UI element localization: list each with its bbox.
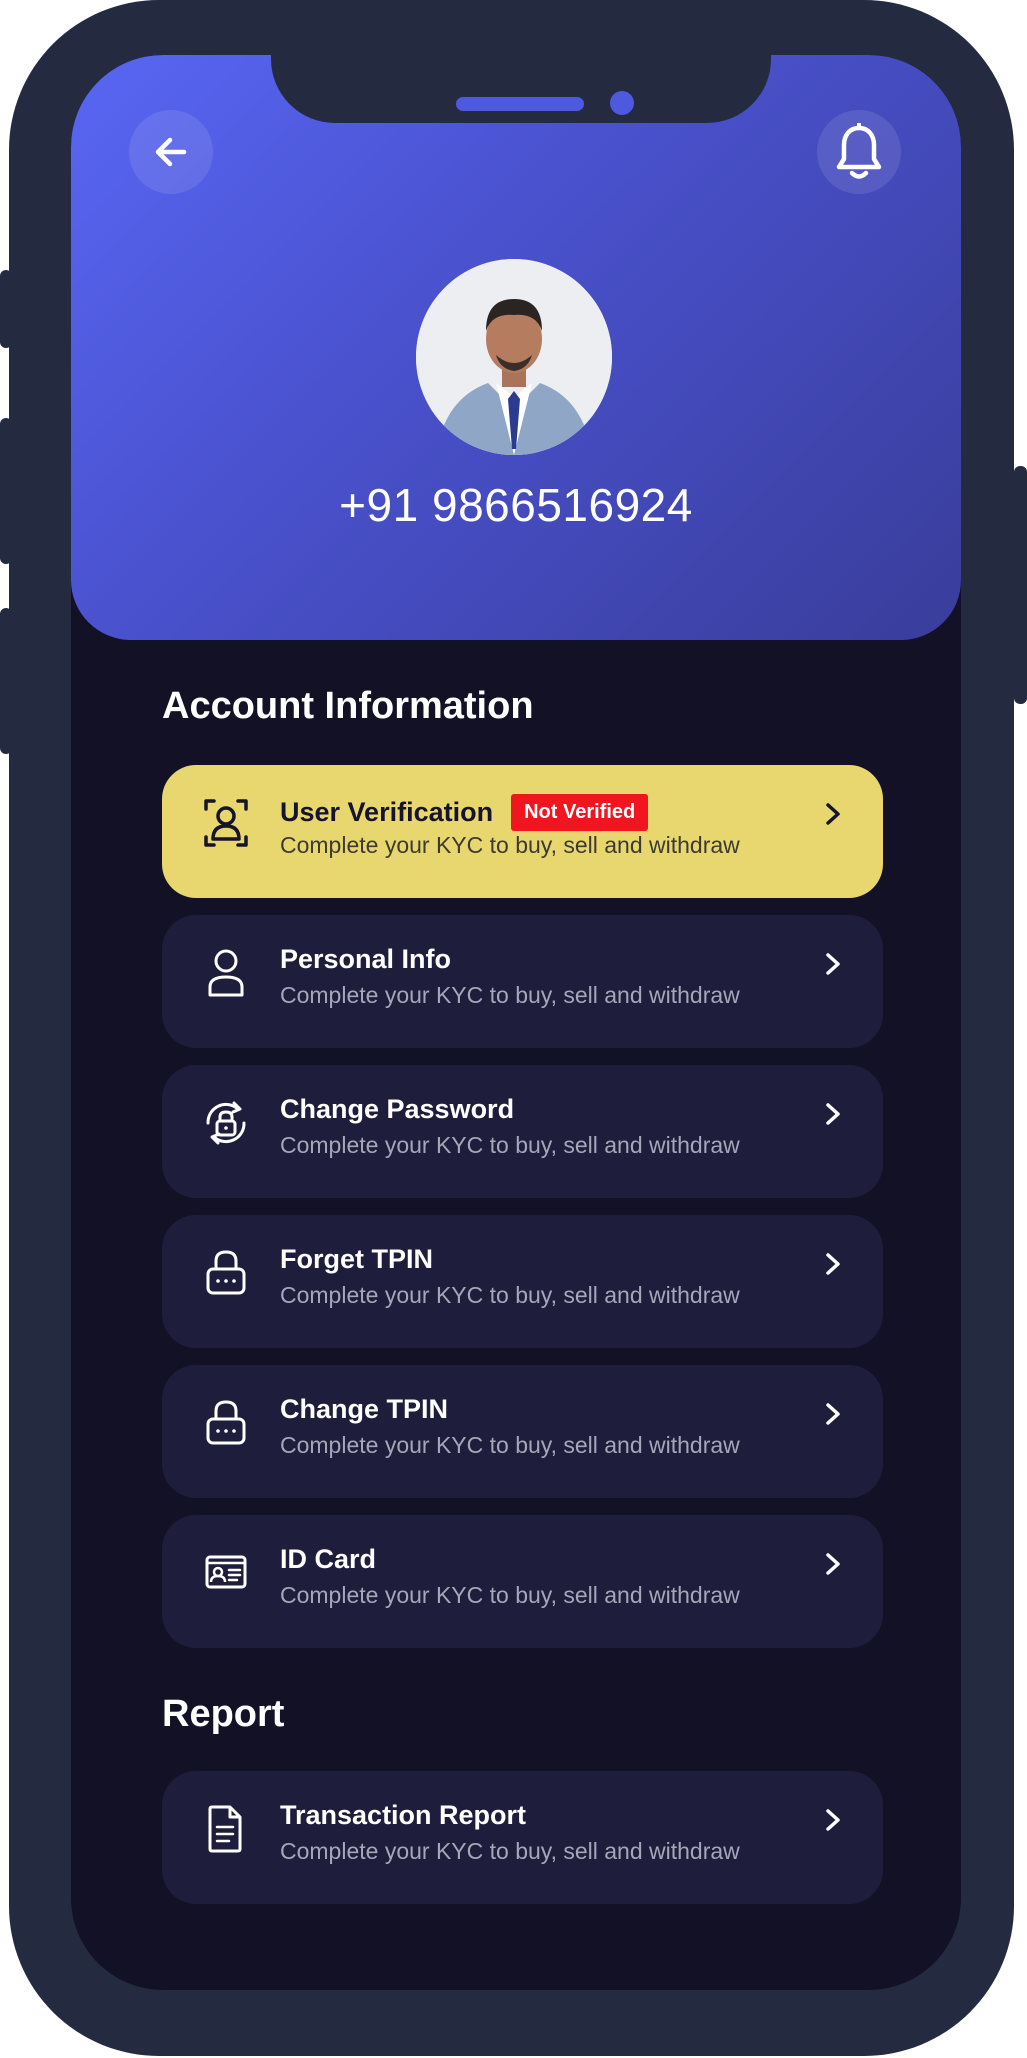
section-title-report: Report bbox=[162, 1693, 285, 1735]
personal-info-card[interactable]: Personal Info Complete your KYC to buy, … bbox=[162, 915, 883, 1048]
card-title-text: User Verification bbox=[280, 797, 494, 827]
speaker bbox=[456, 97, 584, 111]
card-subtitle: Complete your KYC to buy, sell and withd… bbox=[280, 1282, 740, 1308]
document-icon bbox=[208, 1805, 242, 1853]
chevron-right-icon bbox=[826, 1553, 840, 1575]
id-card-card[interactable]: ID Card Complete your KYC to buy, sell a… bbox=[162, 1515, 883, 1648]
chevron-right-icon bbox=[826, 1403, 840, 1425]
lock-refresh-icon bbox=[206, 1101, 246, 1145]
front-camera bbox=[610, 91, 634, 115]
app-screen: +91 9866516924 Account Information User … bbox=[71, 55, 961, 1990]
notification-button[interactable] bbox=[817, 110, 901, 194]
notch bbox=[271, 55, 771, 123]
chevron-right-icon bbox=[826, 1253, 840, 1275]
chevron-right-icon bbox=[826, 803, 840, 825]
chevron-right-icon bbox=[826, 1809, 840, 1831]
card-subtitle: Complete your KYC to buy, sell and withd… bbox=[280, 1432, 740, 1458]
volume-down-button bbox=[0, 608, 12, 754]
card-title: ID Card bbox=[280, 1544, 377, 1574]
section-title-account: Account Information bbox=[162, 685, 534, 727]
transaction-report-card[interactable]: Transaction Report Complete your KYC to … bbox=[162, 1771, 883, 1904]
card-title: Change TPIN bbox=[280, 1394, 449, 1424]
user-verification-card[interactable]: User Verification Not Verified Complete y… bbox=[162, 765, 883, 898]
card-subtitle: Complete your KYC to buy, sell and withd… bbox=[280, 832, 740, 858]
card-title: Change Password bbox=[280, 1094, 515, 1124]
power-button bbox=[1014, 466, 1027, 704]
card-subtitle: Complete your KYC to buy, sell and withd… bbox=[280, 1132, 740, 1158]
card-title: User Verification Not Verified bbox=[280, 794, 649, 831]
chevron-right-icon bbox=[826, 1103, 840, 1125]
status-badge: Not Verified bbox=[511, 794, 649, 831]
password-lock-icon bbox=[206, 1400, 246, 1445]
card-title: Forget TPIN bbox=[280, 1244, 433, 1274]
profile-header: +91 9866516924 bbox=[71, 55, 961, 640]
chevron-right-icon bbox=[826, 953, 840, 975]
change-tpin-card[interactable]: Change TPIN Complete your KYC to buy, se… bbox=[162, 1365, 883, 1498]
password-lock-icon bbox=[206, 1250, 246, 1295]
forget-tpin-card[interactable]: Forget TPIN Complete your KYC to buy, se… bbox=[162, 1215, 883, 1348]
card-title: Personal Info bbox=[280, 944, 452, 974]
card-subtitle: Complete your KYC to buy, sell and withd… bbox=[280, 982, 740, 1008]
back-button[interactable] bbox=[129, 110, 213, 194]
change-password-card[interactable]: Change Password Complete your KYC to buy… bbox=[162, 1065, 883, 1198]
arrow-left-icon bbox=[155, 137, 187, 167]
card-subtitle: Complete your KYC to buy, sell and withd… bbox=[280, 1582, 740, 1608]
card-title: Transaction Report bbox=[280, 1800, 527, 1830]
face-scan-icon bbox=[204, 799, 248, 847]
user-icon bbox=[208, 949, 244, 997]
card-subtitle: Complete your KYC to buy, sell and withd… bbox=[280, 1838, 740, 1864]
phone-number: +91 9866516924 bbox=[339, 479, 693, 531]
bell-icon bbox=[836, 123, 882, 179]
profile-photo bbox=[416, 259, 612, 455]
mute-switch bbox=[0, 270, 12, 348]
volume-up-button bbox=[0, 418, 12, 564]
profile-avatar[interactable] bbox=[416, 259, 612, 455]
id-card-icon bbox=[205, 1555, 247, 1589]
